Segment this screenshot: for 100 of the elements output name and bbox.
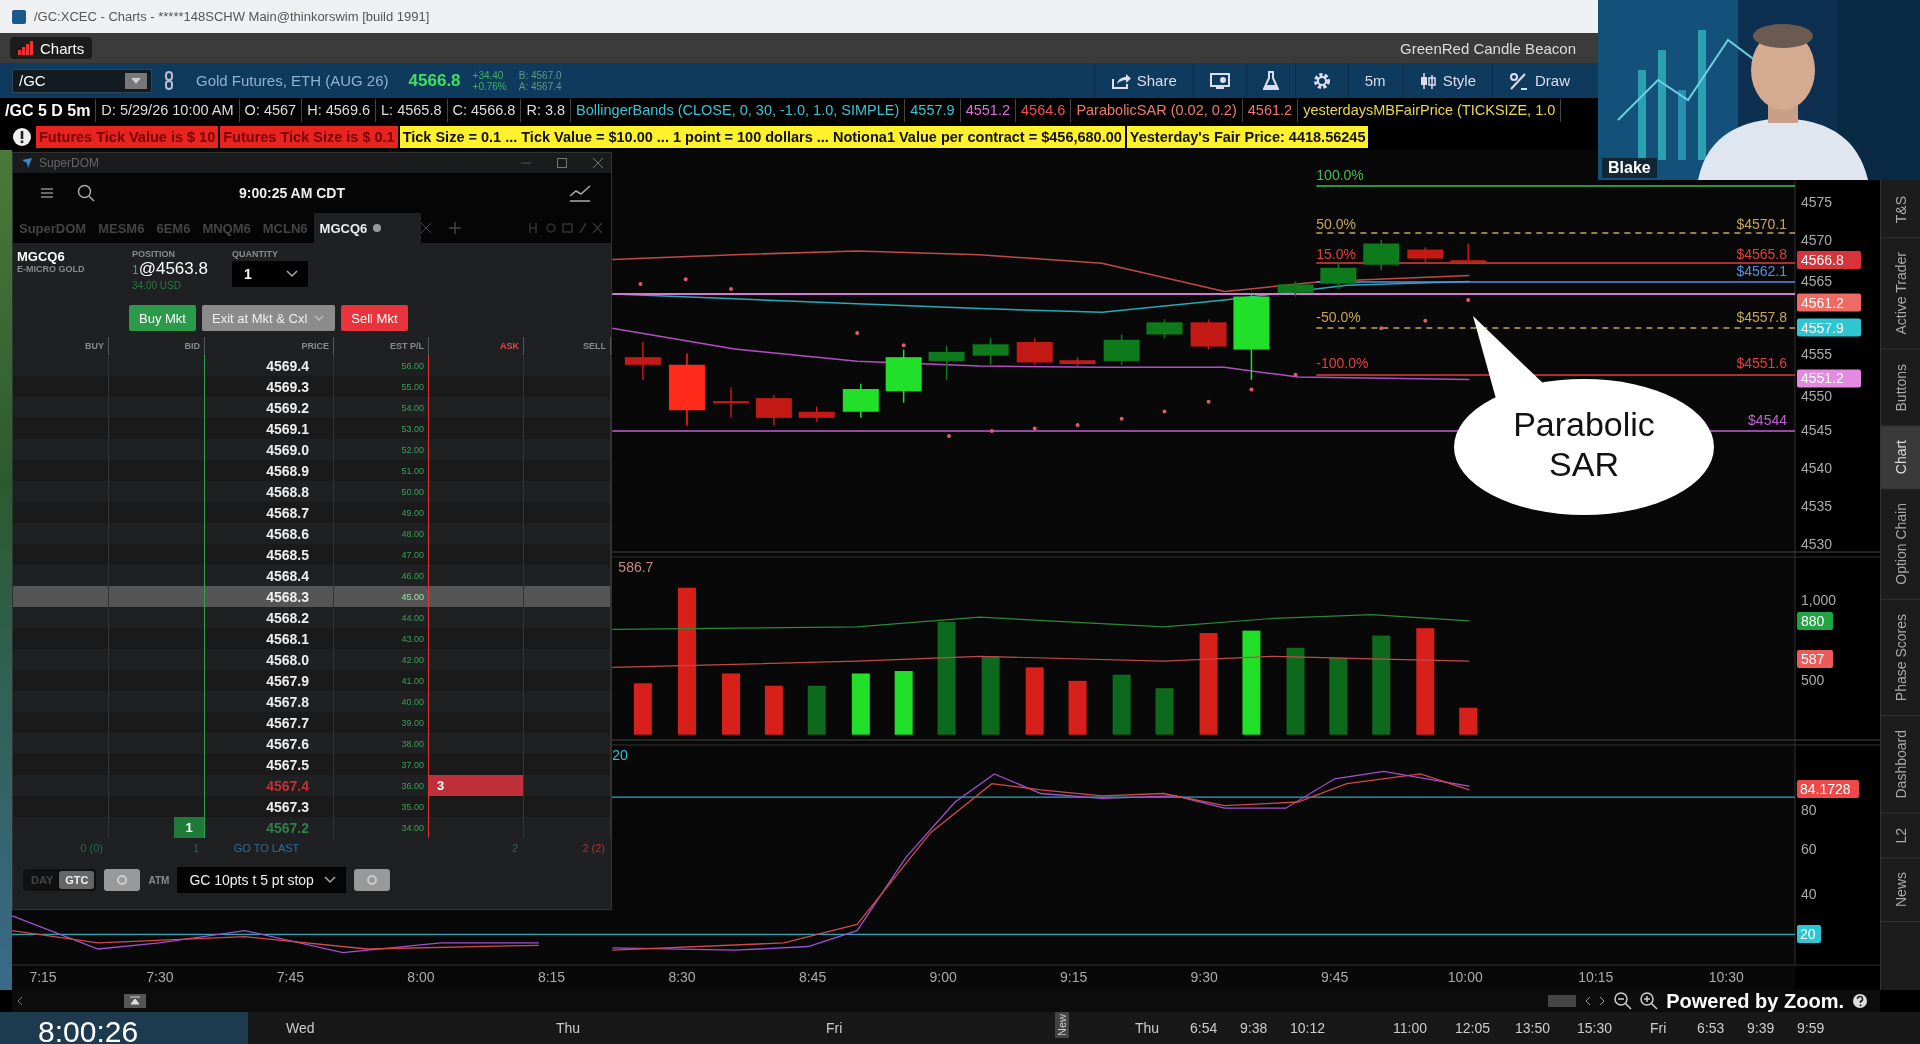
time-axis-label: 8:00 <box>407 969 435 985</box>
ask-size[interactable]: 3 <box>429 775 523 796</box>
ask-price: A: 4567.4 <box>518 80 562 92</box>
stochastic-axis-label: 40 <box>1801 886 1817 902</box>
zoom-out-icon[interactable] <box>1614 992 1633 1010</box>
link-icon[interactable] <box>164 70 176 91</box>
instrument-tab[interactable]: MGCQ6 <box>313 213 422 243</box>
price-axis-label: 4550 <box>1801 388 1833 404</box>
side-tab[interactable]: Option Chain <box>1881 489 1920 601</box>
candle <box>885 348 922 404</box>
price-row[interactable]: 4568.1 43.00 <box>13 628 611 649</box>
price-row[interactable]: 4567.7 39.00 <box>13 712 611 733</box>
volume-axis-label: 500 <box>1801 672 1825 688</box>
side-tab[interactable]: Dashboard <box>1881 716 1920 814</box>
line-chart-icon[interactable] <box>569 184 591 202</box>
study-value: 4557.9 <box>905 99 961 122</box>
sar-dot <box>1423 318 1428 323</box>
scroll-arrows-icon[interactable] <box>1584 996 1607 1006</box>
selected-price-row[interactable]: 4568.3 45.00 <box>13 586 611 607</box>
sar-dot <box>729 287 734 291</box>
time-in-force-toggle[interactable]: GTC <box>59 871 95 889</box>
settings-button[interactable] <box>104 869 141 891</box>
menu-icon[interactable] <box>41 188 53 198</box>
volume-badge: 880 <box>1797 612 1833 630</box>
flask-icon <box>1262 70 1279 91</box>
timeline-label: Wed <box>286 1020 315 1036</box>
gear-icon <box>116 874 129 886</box>
net-change: +34.40 <box>472 69 505 81</box>
maximize-icon[interactable] <box>557 158 567 168</box>
side-tab[interactable]: Buttons <box>1881 349 1920 427</box>
position-value: 1@4563.8 <box>132 259 209 280</box>
alert-message: Yesterday's Fair Price: 4418.56245 <box>1126 125 1369 148</box>
profit-cell: 35.00 <box>334 796 429 817</box>
candle <box>928 345 965 381</box>
zoom-in-icon[interactable] <box>1640 992 1659 1010</box>
price-row[interactable]: 4569.3 55.00 <box>13 376 611 397</box>
ohlc-field: H: 4569.6 <box>302 99 377 122</box>
search-icon[interactable] <box>77 184 95 202</box>
price-cell: 4569.3 <box>205 376 334 397</box>
side-tab[interactable]: L2 <box>1881 813 1920 859</box>
timeline-label: 9:39 <box>1747 1020 1775 1036</box>
side-tab[interactable]: Phase Scores <box>1881 600 1920 717</box>
sar-dot <box>901 343 906 348</box>
fib-price-label: $4565.8 <box>1736 246 1787 262</box>
timeline-label: Fri <box>1650 1020 1667 1036</box>
sar-dot <box>683 277 688 282</box>
sar-dot <box>1162 409 1167 414</box>
profit-cell: 53.00 <box>334 418 429 439</box>
time-axis-label: 10:15 <box>1578 969 1614 985</box>
ohlc-field: O: 4567 <box>239 99 303 122</box>
column-header: BID <box>109 337 205 355</box>
volume-axis-label: 1,000 <box>1801 592 1837 608</box>
price-cell: 4567.3 <box>205 796 334 817</box>
stochastic-badge: 20 <box>1797 925 1821 943</box>
quantity-dropdown[interactable]: 1 <box>232 261 308 287</box>
time-axis-label: 9:15 <box>1060 969 1088 985</box>
price-row[interactable]: 4568.7 49.00 <box>13 502 611 523</box>
scroll-thumb[interactable] <box>1548 995 1577 1007</box>
instrument-description: E-MICRO GOLD <box>17 264 86 274</box>
scroll-left-icon[interactable] <box>16 996 24 1006</box>
sar-dot <box>1466 298 1471 302</box>
stochastic-value-label: 20 <box>612 747 628 763</box>
price-row[interactable]: 4568.5 47.00 <box>13 544 611 565</box>
candle <box>1320 261 1357 290</box>
settings-button[interactable] <box>353 869 390 891</box>
price-cell: 4567.9 <box>205 670 334 691</box>
price-row[interactable]: 4567.9 41.00 <box>13 670 611 691</box>
sell-button[interactable]: Sell Mkt <box>341 305 408 331</box>
study-set-name[interactable]: GreenRed Candle Beacon <box>1400 39 1588 57</box>
atm-strategy-dropdown[interactable]: GC 10pts t 5 pt stop <box>177 867 346 893</box>
charts-tab[interactable]: Charts <box>10 37 93 59</box>
price-row[interactable]: 4569.1 53.00 <box>13 418 611 439</box>
study-value: 4551.2 <box>960 99 1016 122</box>
price-row[interactable]: 1 4567.2 34.00 <box>13 817 611 838</box>
side-tab[interactable]: Active Trader <box>1881 238 1920 350</box>
price-cell: 4568.9 <box>205 460 334 481</box>
buy-button[interactable]: Buy Mkt <box>129 305 196 331</box>
side-tab[interactable]: T&S <box>1881 182 1920 239</box>
timeline-label: 9:59 <box>1797 1020 1825 1036</box>
stochastic-badge: 84.1728 <box>1797 780 1859 798</box>
fib-percent-label: 15.0% <box>1316 246 1357 262</box>
study-value: BollingerBands (CLOSE, 0, 30, -1.0, 1.0, SIMPLE) <box>571 99 906 122</box>
volume-bar <box>1459 707 1478 735</box>
price-row[interactable]: 4567.3 35.00 <box>13 796 611 817</box>
bid-size[interactable]: 1 <box>174 817 204 838</box>
fib-percent-label: -100.0% <box>1316 355 1369 371</box>
help-icon[interactable] <box>1852 993 1868 1009</box>
symbol-dropdown[interactable]: /GC <box>12 68 152 93</box>
profit-cell: 55.00 <box>334 376 429 397</box>
collapse-button[interactable] <box>124 994 146 1008</box>
price-row[interactable]: 4567.5 37.00 <box>13 754 611 775</box>
side-tab[interactable]: News <box>1881 858 1920 923</box>
close-icon[interactable] <box>593 158 603 168</box>
column-header: SELL <box>524 337 611 355</box>
timeline-label: Thu <box>1135 1020 1160 1036</box>
price-row[interactable]: 4568.9 51.00 <box>13 460 611 481</box>
profit-cell: 37.00 <box>334 754 429 775</box>
instrument-symbol: MGCQ6 <box>17 249 66 264</box>
candle <box>972 337 1009 366</box>
side-tab[interactable]: Chart <box>1881 426 1920 490</box>
